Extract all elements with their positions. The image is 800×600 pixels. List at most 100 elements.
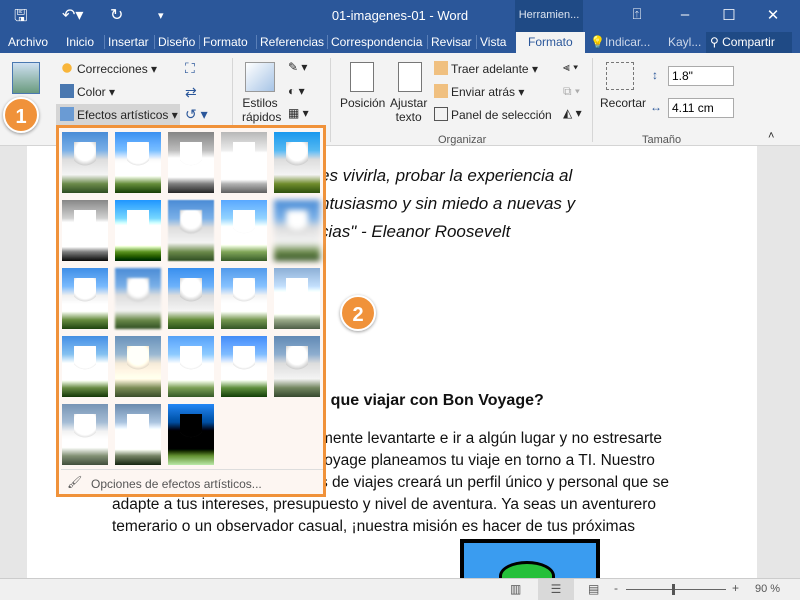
artistic-effect-thumbnail[interactable] xyxy=(62,268,108,329)
rotate-icon[interactable]: ◭ ▾ xyxy=(563,106,582,120)
zoom-level[interactable]: 90 % xyxy=(755,583,780,595)
step-badge-2: 2 xyxy=(340,295,376,331)
status-bar: ▥ ☰ ▤ - + 90 % xyxy=(0,578,800,600)
tab-archivo[interactable]: Archivo xyxy=(8,35,48,49)
color-button[interactable]: Color ▾ xyxy=(60,84,115,99)
reset-picture-icon[interactable]: ↺ ▾ xyxy=(185,106,208,123)
body-line: adapte a tus intereses, presupuesto y ni… xyxy=(112,496,656,513)
artistic-effect-thumbnail[interactable] xyxy=(221,336,267,397)
compress-icon[interactable]: ⛶ xyxy=(185,60,195,77)
picture-layout-icon[interactable]: ▦ ▾ xyxy=(288,106,309,120)
quick-styles-button[interactable]: Estilos rápidos xyxy=(242,96,281,124)
remove-background-icon[interactable] xyxy=(12,62,40,94)
artistic-effect-thumbnail[interactable] xyxy=(62,404,108,465)
change-picture-icon[interactable]: ⇄ xyxy=(185,84,197,101)
artistic-effect-thumbnail[interactable] xyxy=(115,336,161,397)
tab-formato[interactable]: Formato xyxy=(199,35,248,49)
collapse-ribbon-icon[interactable]: ˄ xyxy=(768,130,774,142)
artistic-effect-thumbnail[interactable] xyxy=(115,200,161,261)
picture-effects-icon[interactable]: ◐ ▾ xyxy=(288,84,305,98)
artistic-effects-gallery: 🖌 Opciones de efectos artísticos... xyxy=(56,125,326,497)
crop-icon[interactable] xyxy=(606,62,634,90)
picture-border-icon[interactable]: ✎ ▾ xyxy=(288,60,307,74)
quote-line: cias" - Eleanor Roosevelt xyxy=(320,222,511,241)
bring-forward-icon xyxy=(434,61,448,75)
share-button[interactable]: ⚲ Compartir xyxy=(706,32,792,53)
user-name[interactable]: Kayl... xyxy=(668,35,701,49)
body-line: temerario o un observador casual, ¡nuest… xyxy=(112,518,635,535)
artistic-effects-button[interactable]: Efectos artísticos ▾ xyxy=(56,104,180,125)
send-backward-button[interactable]: Enviar atrás ▾ xyxy=(434,84,524,99)
position-button[interactable]: Posición xyxy=(340,96,385,110)
paintbrush-icon: 🖌 xyxy=(67,475,83,489)
quote-line: ntusiasmo y sin miedo a nuevas y xyxy=(320,194,576,213)
artistic-effects-options[interactable]: 🖌 Opciones de efectos artísticos... xyxy=(61,469,323,491)
quick-styles-icon[interactable] xyxy=(245,62,275,92)
artistic-effect-thumbnail[interactable] xyxy=(274,200,320,261)
artistic-effect-thumbnail[interactable] xyxy=(274,132,320,193)
artistic-effect-thumbnail[interactable] xyxy=(115,132,161,193)
position-icon[interactable] xyxy=(350,62,374,92)
artistic-effect-thumbnail[interactable] xyxy=(221,268,267,329)
tab-inicio[interactable]: Inicio xyxy=(66,35,94,49)
width-field[interactable]: 4.11 cm xyxy=(668,98,734,118)
person-icon: ⚲ xyxy=(710,35,719,49)
bring-forward-button[interactable]: Traer adelante ▾ xyxy=(434,61,538,76)
web-layout-icon[interactable]: ▤ xyxy=(588,582,599,596)
group-organizar: Organizar xyxy=(438,134,487,146)
artistic-effect-thumbnail[interactable] xyxy=(221,200,267,261)
zoom-out-button[interactable]: - xyxy=(614,581,618,595)
tab-insertar[interactable]: Insertar xyxy=(104,35,149,49)
group-icon[interactable]: ⧉ ▾ xyxy=(563,84,580,99)
body-line: s de viajes creará un perfil único y per… xyxy=(320,474,669,491)
tab-formato-imagen[interactable]: Formato xyxy=(516,32,585,53)
group-tamano: Tamaño xyxy=(642,134,682,146)
artistic-effect-thumbnail[interactable] xyxy=(221,132,267,193)
artistic-effect-thumbnail[interactable] xyxy=(274,336,320,397)
crop-button[interactable]: Recortar xyxy=(600,96,646,110)
ribbon-display-icon[interactable]: ⍐ xyxy=(622,6,652,23)
zoom-in-button[interactable]: + xyxy=(732,581,739,595)
height-icon: ↕ xyxy=(652,68,658,82)
tab-vista[interactable]: Vista xyxy=(476,35,506,49)
wrap-text-button[interactable]: Ajustar texto xyxy=(390,96,427,124)
body-line: mente levantarte e ir a algún lugar y no… xyxy=(320,430,663,447)
lightbulb-icon: 💡 xyxy=(590,35,605,49)
artistic-effect-thumbnail[interactable] xyxy=(115,268,161,329)
artistic-effect-thumbnail[interactable] xyxy=(168,132,214,193)
quote-line: es vivirla, probar la experiencia al xyxy=(320,166,573,185)
print-layout-icon[interactable]: ☰ xyxy=(538,579,574,600)
step-badge-1: 1 xyxy=(3,97,39,133)
close-button[interactable]: ✕ xyxy=(758,6,788,24)
tab-revisar[interactable]: Revisar xyxy=(427,35,472,49)
maximize-button[interactable]: ☐ xyxy=(714,6,744,24)
artistic-effects-icon xyxy=(60,107,74,121)
selection-pane-icon xyxy=(434,107,448,121)
width-icon: ↔ xyxy=(650,100,662,114)
body-line: /oyage planeamos tu viaje en torno a TI.… xyxy=(320,452,655,469)
tab-diseno[interactable]: Diseño xyxy=(154,35,195,49)
artistic-effect-thumbnail[interactable] xyxy=(62,336,108,397)
read-mode-icon[interactable]: ▥ xyxy=(510,582,521,596)
corrections-button[interactable]: Correcciones ▾ xyxy=(60,61,157,76)
artistic-effect-thumbnail[interactable] xyxy=(62,132,108,193)
artistic-effect-thumbnail[interactable] xyxy=(168,268,214,329)
artistic-effect-thumbnail[interactable] xyxy=(168,200,214,261)
artistic-effect-thumbnail[interactable] xyxy=(168,336,214,397)
wrap-text-icon[interactable] xyxy=(398,62,422,92)
tab-correspondencia[interactable]: Correspondencia xyxy=(327,35,422,49)
send-backward-icon xyxy=(434,84,448,98)
tell-me[interactable]: 💡Indicar... xyxy=(590,35,650,49)
height-field[interactable]: 1.8" xyxy=(668,66,734,86)
align-icon[interactable]: ⫷ ▾ xyxy=(563,60,578,75)
artistic-effect-thumbnail[interactable] xyxy=(115,404,161,465)
tab-referencias[interactable]: Referencias xyxy=(256,35,324,49)
artistic-effect-thumbnail[interactable] xyxy=(274,268,320,329)
minimize-button[interactable]: – xyxy=(670,6,700,23)
zoom-slider-thumb[interactable] xyxy=(672,584,675,595)
zoom-slider[interactable] xyxy=(626,584,726,595)
artistic-effect-thumbnail[interactable] xyxy=(168,404,214,465)
selection-pane-button[interactable]: Panel de selección xyxy=(434,107,552,122)
artistic-effect-thumbnail[interactable] xyxy=(62,200,108,261)
travel-image[interactable] xyxy=(460,539,600,591)
